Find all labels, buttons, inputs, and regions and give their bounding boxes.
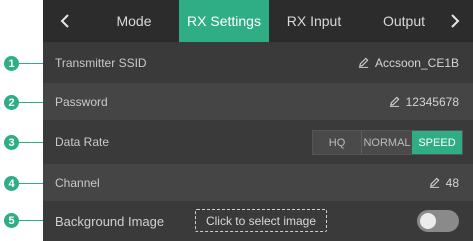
channel-value: 48 — [445, 175, 459, 190]
select-image-button[interactable]: Click to select image — [195, 209, 327, 232]
row-data-rate: Data Rate HQ NORMAL SPEED — [43, 123, 473, 160]
background-image-toggle[interactable] — [417, 210, 459, 232]
tab-output[interactable]: Output — [359, 0, 449, 42]
row-background-image: Background Image Click to select image — [43, 203, 473, 240]
background-image-label: Background Image — [55, 214, 165, 229]
password-label: Password — [55, 94, 108, 109]
callout-2: 2 — [3, 94, 20, 111]
data-rate-option-speed[interactable]: SPEED — [412, 131, 462, 154]
callout-1: 1 — [3, 55, 20, 72]
ssid-label: Transmitter SSID — [55, 55, 147, 70]
chevron-right-icon — [451, 14, 460, 28]
callout-1-leader — [19, 63, 45, 64]
data-rate-segmented-control: HQ NORMAL SPEED — [312, 130, 463, 155]
callout-3-leader — [19, 142, 45, 143]
tab-rx-settings[interactable]: RX Settings — [179, 0, 269, 42]
ssid-value-group[interactable]: Accsoon_CE1B — [358, 56, 459, 70]
pencil-icon — [389, 96, 400, 107]
pencil-icon — [358, 57, 369, 68]
callout-4: 4 — [3, 175, 20, 192]
data-rate-option-hq[interactable]: HQ — [313, 131, 361, 154]
channel-value-group[interactable]: 48 — [429, 176, 459, 190]
callout-3: 3 — [3, 134, 20, 151]
toggle-knob — [420, 213, 436, 229]
settings-panel: Mode RX Settings RX Input Output Transmi… — [43, 0, 473, 241]
row-transmitter-ssid[interactable]: Transmitter SSID Accsoon_CE1B — [43, 44, 473, 81]
prev-tab-button[interactable] — [47, 0, 83, 42]
password-value-group[interactable]: 12345678 — [389, 95, 459, 109]
channel-label: Channel — [55, 175, 100, 190]
next-tab-button[interactable] — [437, 0, 473, 42]
tab-rx-input[interactable]: RX Input — [269, 0, 359, 42]
tab-mode[interactable]: Mode — [89, 0, 179, 42]
callout-5: 5 — [3, 212, 20, 229]
callout-2-leader — [19, 102, 45, 103]
data-rate-option-normal[interactable]: NORMAL — [362, 131, 412, 154]
password-value: 12345678 — [405, 94, 459, 109]
callout-4-leader — [19, 183, 45, 184]
row-password[interactable]: Password 12345678 — [43, 83, 473, 120]
chevron-left-icon — [60, 14, 69, 28]
row-channel[interactable]: Channel 48 — [43, 164, 473, 201]
ssid-value: Accsoon_CE1B — [374, 55, 459, 70]
data-rate-label: Data Rate — [55, 134, 110, 149]
pencil-icon — [429, 177, 440, 188]
tab-bar: Mode RX Settings RX Input Output — [43, 0, 473, 42]
